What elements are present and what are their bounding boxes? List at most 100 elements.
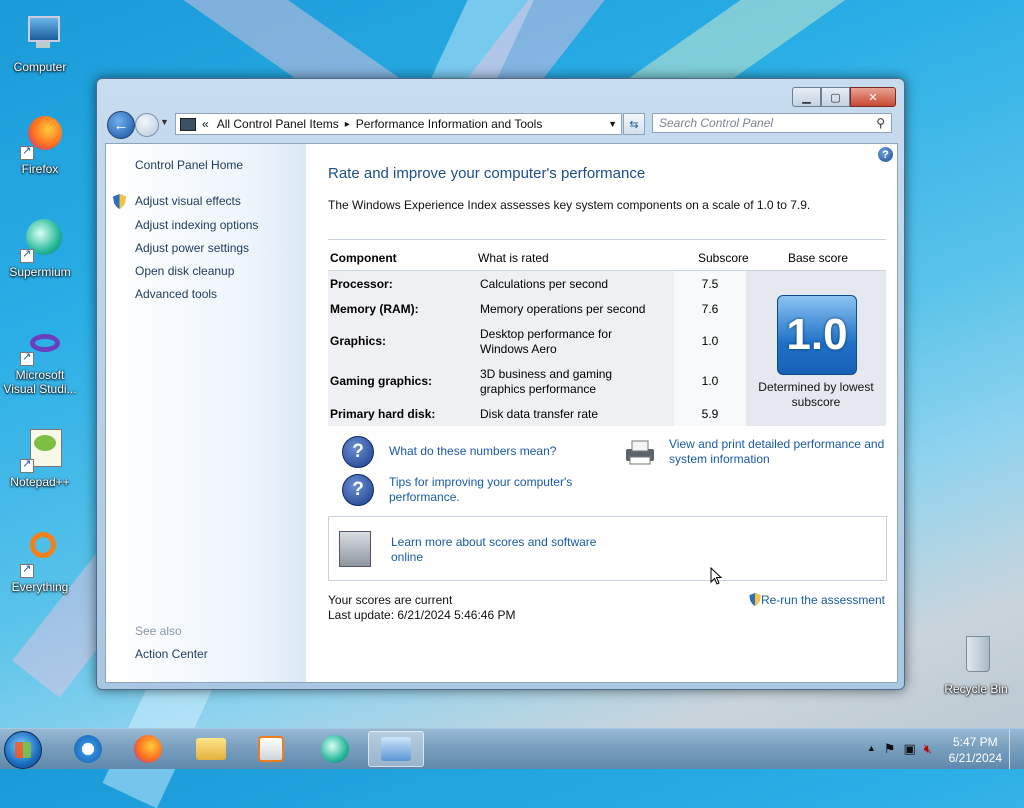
desktop-icon-label: Supermium bbox=[9, 265, 71, 279]
breadcrumb-all-control-panel-items[interactable]: All Control Panel Items bbox=[217, 117, 339, 131]
last-update-text: Last update: 6/21/2024 5:46:46 PM bbox=[328, 608, 516, 622]
taskbar-performance-tools[interactable] bbox=[368, 731, 424, 767]
refresh-button[interactable]: ⇆ bbox=[623, 113, 645, 135]
desktop-icon-label: Recycle Bin bbox=[944, 682, 1008, 696]
desktop-icon-label: Microsoft Visual Studi... bbox=[3, 368, 77, 396]
action-center-flag-icon[interactable]: ⚑ bbox=[884, 741, 896, 757]
system-clock[interactable]: 5:47 PM 6/21/2024 bbox=[949, 734, 1002, 766]
scores-current-text: Your scores are current bbox=[328, 593, 453, 607]
subscore-column bbox=[674, 271, 746, 426]
search-input[interactable]: Search Control Panel ⚲ bbox=[652, 113, 892, 133]
back-button[interactable]: ← bbox=[107, 111, 135, 139]
what-is-rated: 3D business and gaming graphics performa… bbox=[480, 367, 613, 396]
navigation-bar: ← ▼ « All Control Panel Items ▸ Performa… bbox=[105, 109, 896, 139]
close-button[interactable]: ✕ bbox=[850, 87, 896, 107]
component-name: Processor: bbox=[330, 277, 393, 291]
mouse-cursor-icon bbox=[710, 567, 722, 585]
volume-muted-icon[interactable]: 🔇︎ bbox=[924, 741, 932, 757]
advanced-tools-link[interactable]: Advanced tools bbox=[135, 287, 217, 301]
action-center-link[interactable]: Action Center bbox=[135, 647, 208, 661]
taskbar-supermium[interactable] bbox=[307, 731, 363, 767]
adjust-visual-effects-link[interactable]: Adjust visual effects bbox=[135, 194, 241, 208]
visual-studio-icon bbox=[16, 330, 64, 366]
breadcrumb-separator-icon[interactable]: ▸ bbox=[345, 119, 350, 130]
search-placeholder: Search Control Panel bbox=[659, 116, 774, 130]
desktop-icon-label: Everything bbox=[11, 580, 69, 594]
performance-tools-icon bbox=[381, 737, 411, 761]
open-disk-cleanup-link[interactable]: Open disk cleanup bbox=[135, 264, 234, 278]
adjust-power-settings-link[interactable]: Adjust power settings bbox=[135, 241, 249, 255]
help-icon[interactable]: ? bbox=[878, 147, 893, 162]
taskbar-file-explorer[interactable] bbox=[183, 731, 239, 767]
forward-button[interactable] bbox=[135, 113, 159, 137]
file-explorer-icon bbox=[196, 738, 226, 760]
desktop-icon-notepad-plus-plus[interactable]: Notepad++ bbox=[2, 425, 78, 489]
show-desktop-button[interactable] bbox=[1009, 729, 1024, 769]
desktop-icon-computer[interactable]: Computer bbox=[2, 10, 78, 74]
address-bar[interactable]: « All Control Panel Items ▸ Performance … bbox=[175, 113, 622, 135]
taskbar-media-player[interactable] bbox=[243, 731, 299, 767]
taskbar-internet-explorer[interactable] bbox=[60, 731, 116, 767]
control-panel-home-link[interactable]: Control Panel Home bbox=[135, 158, 243, 172]
shortcut-arrow-icon bbox=[20, 350, 34, 366]
shortcut-arrow-icon bbox=[20, 247, 34, 263]
desktop-icon-everything[interactable]: Everything bbox=[2, 530, 78, 594]
component-name: Gaming graphics: bbox=[330, 374, 433, 388]
caption-buttons: ▁ ▢ ✕ bbox=[792, 87, 896, 107]
tips-for-improving-link[interactable]: Tips for improving your computer's perfo… bbox=[389, 475, 589, 505]
notification-area: ▲ ⚑ ▣ 🔇︎ bbox=[867, 741, 932, 757]
desktop-icon-label: Computer bbox=[13, 60, 67, 74]
component-name: Memory (RAM): bbox=[330, 302, 419, 316]
subscore-value: 1.0 bbox=[701, 374, 719, 388]
supermium-icon bbox=[321, 735, 349, 763]
shortcut-arrow-icon bbox=[20, 562, 34, 578]
address-dropdown-icon[interactable]: ▼ bbox=[608, 119, 617, 129]
header-what-is-rated: What is rated bbox=[478, 251, 549, 265]
header-subscore: Subscore bbox=[698, 251, 749, 265]
desktop-icon-visual-studio[interactable]: Microsoft Visual Studi... bbox=[2, 330, 78, 396]
score-status: Your scores are current Last update: 6/2… bbox=[328, 593, 515, 623]
adjust-indexing-options-link[interactable]: Adjust indexing options bbox=[135, 218, 258, 232]
network-icon[interactable]: ▣ bbox=[904, 741, 916, 757]
subscore-value: 1.0 bbox=[701, 334, 719, 348]
task-pane: Control Panel Home Adjust visual effects… bbox=[106, 144, 306, 682]
header-component: Component bbox=[330, 251, 397, 265]
minimize-button[interactable]: ▁ bbox=[792, 87, 821, 107]
clock-date: 6/21/2024 bbox=[948, 751, 1002, 765]
what-is-rated: Disk data transfer rate bbox=[480, 407, 599, 421]
learn-more-box: Learn more about scores and software onl… bbox=[328, 516, 887, 581]
what-do-these-numbers-mean-link[interactable]: What do these numbers mean? bbox=[389, 444, 556, 459]
recent-pages-dropdown-icon[interactable]: ▼ bbox=[160, 117, 169, 127]
start-button[interactable] bbox=[4, 731, 42, 769]
desktop-icon-firefox[interactable]: Firefox bbox=[2, 112, 78, 176]
uac-shield-icon bbox=[113, 194, 126, 209]
recycle-bin-icon bbox=[952, 632, 1000, 680]
what-is-rated: Calculations per second bbox=[480, 277, 609, 291]
show-hidden-icons-button[interactable]: ▲ bbox=[867, 743, 876, 757]
view-and-print-details-link[interactable]: View and print detailed performance and … bbox=[669, 437, 889, 467]
internet-explorer-icon bbox=[74, 735, 102, 763]
component-name: Primary hard disk: bbox=[330, 407, 436, 421]
window-client-area: Control Panel Home Adjust visual effects… bbox=[105, 143, 898, 683]
clock-time: 5:47 PM bbox=[952, 735, 998, 749]
media-player-icon bbox=[258, 736, 284, 762]
rerun-assessment-link[interactable]: Re-run the assessment bbox=[749, 593, 885, 607]
subscore-value: 7.6 bbox=[701, 302, 719, 316]
breadcrumb-performance-information[interactable]: Performance Information and Tools bbox=[356, 117, 543, 131]
supermium-icon bbox=[16, 215, 64, 263]
taskbar-firefox[interactable] bbox=[120, 731, 176, 767]
page-title: Rate and improve your computer's perform… bbox=[328, 165, 646, 182]
subscore-value: 5.9 bbox=[701, 407, 719, 421]
address-overflow-chevron[interactable]: « bbox=[202, 117, 209, 131]
shortcut-arrow-icon bbox=[20, 457, 34, 473]
learn-more-scores-link[interactable]: Learn more about scores and software onl… bbox=[391, 535, 611, 565]
base-score-badge[interactable]: 1.0 bbox=[777, 295, 857, 375]
maximize-button[interactable]: ▢ bbox=[821, 87, 850, 107]
desktop-icon-recycle-bin[interactable]: Recycle Bin bbox=[938, 632, 1014, 696]
page-description: The Windows Experience Index assesses ke… bbox=[328, 198, 811, 212]
search-icon[interactable]: ⚲ bbox=[876, 116, 885, 130]
what-is-rated: Desktop performance for Windows Aero bbox=[480, 327, 613, 356]
desktop-icon-supermium[interactable]: Supermium bbox=[2, 215, 78, 279]
base-score-note: Determined by lowest subscore bbox=[758, 380, 874, 409]
shortcut-arrow-icon bbox=[20, 144, 34, 160]
